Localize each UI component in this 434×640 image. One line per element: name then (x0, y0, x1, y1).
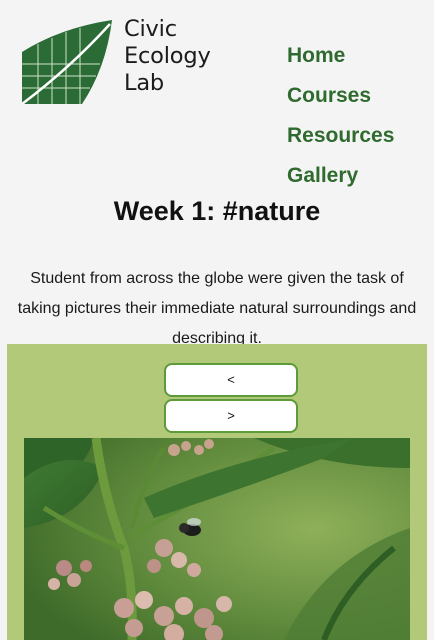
gallery-prev-button[interactable]: < (164, 363, 298, 397)
site-header: Civic Ecology Lab Home Courses Resources… (0, 0, 434, 195)
site-logo[interactable]: Civic Ecology Lab (20, 16, 220, 106)
nav-courses-link[interactable]: Courses (287, 76, 394, 116)
logo-line-lab: Lab (124, 70, 165, 96)
main-nav: Home Courses Resources Gallery (287, 36, 394, 196)
logo-line-civic: Civic (124, 16, 177, 42)
milkweed-photo-image (24, 438, 410, 640)
leaf-logo-icon (21, 20, 112, 105)
logo-text: Civic Ecology Lab (124, 16, 211, 97)
nav-home-link[interactable]: Home (287, 36, 394, 76)
nav-resources-link[interactable]: Resources (287, 116, 394, 156)
gallery-photo (24, 438, 410, 640)
gallery-next-button[interactable]: > (164, 399, 298, 433)
gallery-section: < > (7, 344, 427, 640)
page-title: Week 1: #nature (113, 196, 321, 226)
page-description: Student from across the globe were given… (17, 270, 417, 347)
logo-line-ecology: Ecology (124, 43, 211, 69)
nav-gallery-link[interactable]: Gallery (287, 156, 394, 196)
